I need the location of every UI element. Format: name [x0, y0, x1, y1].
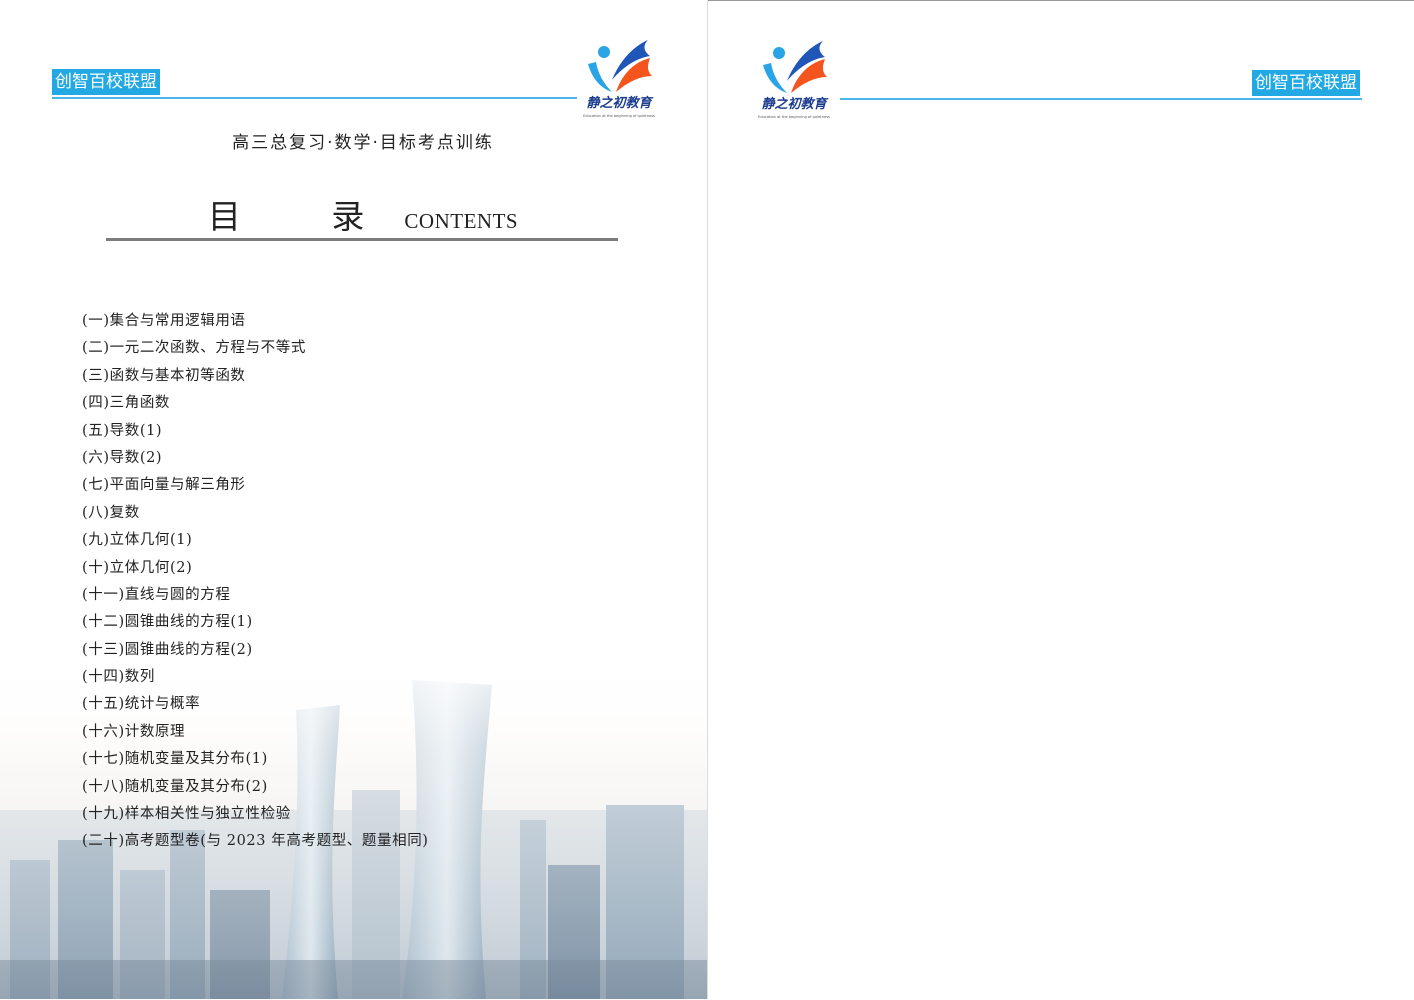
- toc-item: (十八)随机变量及其分布(2): [82, 778, 268, 795]
- book-title: 高三总复习·数学·目标考点训练: [232, 133, 494, 153]
- toc-item: (十七)随机变量及其分布(1): [82, 751, 268, 768]
- toc-item: (十一)直线与圆的方程: [82, 586, 231, 603]
- header-rule-left: [52, 97, 577, 99]
- logo-text: 静之初教育: [761, 97, 827, 112]
- logo-tagline: Education at the beginning of quietness: [758, 115, 830, 119]
- toc-item: (六)导数(2): [82, 449, 163, 466]
- left-page: 创智百校联盟 静之初教育 Education at the beginning …: [0, 0, 707, 999]
- toc-heading-rule: [106, 238, 618, 241]
- toc-item: (二十)高考题型卷(与 2023 年高考题型、题量相同): [82, 833, 429, 850]
- toc-item: (二)一元二次函数、方程与不等式: [82, 340, 306, 357]
- logo-text: 静之初教育: [586, 96, 652, 111]
- toc-heading-en: CONTENTS: [404, 209, 519, 233]
- brand-badge-left: 创智百校联盟: [52, 69, 160, 95]
- toc-item: (七)平面向量与解三角形: [82, 477, 246, 494]
- toc-item: (十)立体几何(2): [82, 559, 193, 576]
- toc-item: (十五)统计与概率: [82, 696, 201, 713]
- toc-item: (四)三角函数: [82, 395, 171, 412]
- toc-item: (一)集合与常用逻辑用语: [82, 313, 246, 329]
- toc-item: (十六)计数原理: [82, 723, 186, 740]
- logo-left: 静之初教育 Education at the beginning of quie…: [582, 34, 656, 122]
- toc-item: (十九)样本相关性与独立性检验: [82, 806, 291, 823]
- toc-item: (十三)圆锥曲线的方程(2): [82, 641, 253, 658]
- toc-item: (五)导数(1): [82, 422, 163, 439]
- logo-mark-icon: [763, 41, 827, 93]
- toc-item: (十四)数列: [82, 669, 155, 686]
- toc-item: (九)立体几何(1): [82, 532, 193, 549]
- toc-list: (一)集合与常用逻辑用语 (二)一元二次函数、方程与不等式 (三)函数与基本初等函数…: [82, 308, 429, 856]
- toc-item: (八)复数: [82, 504, 140, 521]
- brand-badge-right: 创智百校联盟: [1252, 70, 1360, 96]
- header-rule-right: [840, 98, 1362, 100]
- toc-heading-cn: 目 录: [207, 197, 405, 236]
- toc-item: (三)函数与基本初等函数: [82, 367, 246, 384]
- toc-heading: 目 录CONTENTS: [107, 190, 619, 238]
- toc-item: (十二)圆锥曲线的方程(1): [82, 614, 253, 631]
- logo-right: 静之初教育 Education at the beginning of quie…: [757, 35, 831, 123]
- logo-tagline: Education at the beginning of quietness: [583, 114, 655, 118]
- right-page: 静之初教育 Education at the beginning of quie…: [708, 0, 1414, 1000]
- logo-mark-icon: [588, 40, 652, 92]
